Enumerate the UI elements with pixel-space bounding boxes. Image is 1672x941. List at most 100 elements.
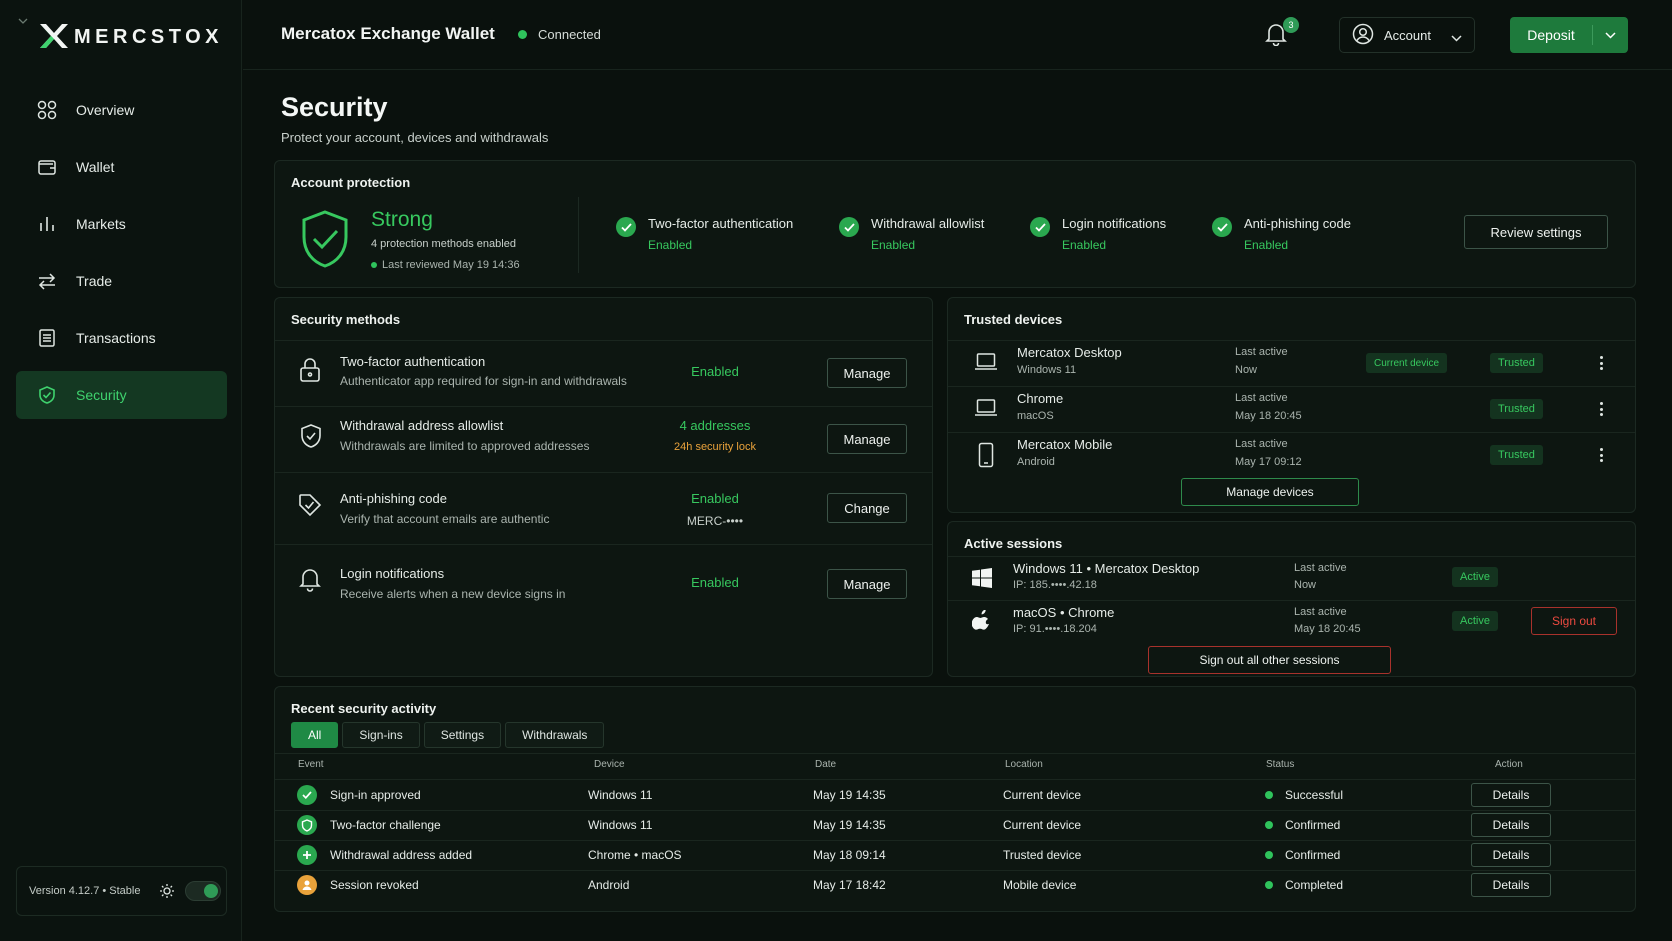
status-cell: Completed	[1285, 878, 1344, 892]
session-status-badge: Active	[1452, 611, 1498, 631]
details-button[interactable]: Details	[1471, 813, 1551, 837]
manage-2fa-button[interactable]: Manage	[827, 358, 907, 388]
sidebar-item-wallet[interactable]: Wallet	[16, 143, 227, 191]
device-cell: Chrome • macOS	[588, 848, 682, 862]
status-cell: Confirmed	[1285, 848, 1341, 862]
deposit-button[interactable]: Deposit	[1510, 17, 1628, 53]
transactions-icon	[36, 327, 58, 349]
last-active-value: Now	[1294, 579, 1317, 591]
apple-icon	[971, 609, 992, 635]
shield-circle-icon	[297, 815, 317, 835]
device-os: Android	[1017, 456, 1055, 468]
tab-withdrawals[interactable]: Withdrawals	[505, 722, 605, 748]
plus-circle-icon	[297, 845, 317, 865]
active-sessions-card: Active sessions Windows 11 • Mercatox De…	[947, 521, 1636, 677]
last-reviewed: Last reviewed May 19 14:36	[371, 259, 520, 271]
method-name: Anti-phishing code	[340, 491, 447, 506]
details-button[interactable]: Details	[1471, 873, 1551, 897]
sign-out-all-sessions-button[interactable]: Sign out all other sessions	[1148, 646, 1391, 674]
device-name: Mercatox Desktop	[1017, 345, 1122, 360]
method-row: Anti-phishing code Verify that account e…	[275, 472, 934, 544]
collapse-chevron-icon[interactable]	[18, 12, 28, 27]
table-row: Session revoked Android May 17 18:42 Mob…	[275, 870, 1635, 900]
sidebar-item-label: Security	[76, 387, 127, 403]
protection-item-label: Two-factor authentication	[648, 216, 794, 231]
method-status: Enabled	[691, 491, 739, 506]
windows-icon	[972, 568, 992, 591]
change-anti-phishing-button[interactable]: Change	[827, 493, 907, 523]
device-cell: Windows 11	[588, 788, 653, 802]
tab-all[interactable]: All	[291, 722, 339, 748]
chevron-down-icon	[1451, 30, 1462, 45]
protection-level: Strong	[371, 208, 433, 231]
method-name: Two-factor authentication	[340, 354, 486, 369]
tab-sign-ins[interactable]: Sign-ins	[342, 722, 420, 748]
sidebar-item-label: Transactions	[76, 330, 156, 346]
method-status: Enabled	[691, 575, 739, 590]
device-cell: Android	[588, 878, 630, 892]
last-active-label: Last active	[1235, 346, 1288, 358]
bell-icon	[299, 566, 321, 595]
theme-toggle[interactable]	[185, 881, 221, 901]
last-active-value: May 18 20:45	[1235, 410, 1302, 422]
manage-devices-button[interactable]: Manage devices	[1181, 478, 1359, 506]
device-row: Mercatox Mobile Android Last active May …	[948, 432, 1637, 478]
sun-icon	[159, 883, 175, 902]
sidebar-item-security[interactable]: Security	[16, 371, 227, 419]
protection-shield-icon	[299, 209, 351, 272]
column-header-device: Device	[594, 759, 625, 770]
more-options-icon[interactable]	[1595, 445, 1607, 465]
method-row: Withdrawal address allowlist Withdrawals…	[275, 406, 934, 472]
version-panel: Version 4.12.7 • Stable	[16, 866, 227, 916]
mercatox-logo[interactable]: MERCSTOX	[38, 20, 223, 52]
status-dot	[1265, 791, 1273, 799]
anti-phishing-code: MERC-••••	[686, 514, 744, 528]
connection-label: Connected	[538, 27, 601, 42]
method-row: Login notifications Receive alerts when …	[275, 544, 934, 620]
device-cell: Windows 11	[588, 818, 653, 832]
location-cell: Mobile device	[1003, 878, 1077, 892]
check-icon	[839, 217, 859, 237]
account-button[interactable]: Account	[1339, 17, 1475, 53]
status-cell: Confirmed	[1285, 818, 1341, 832]
session-row: Windows 11 • Mercatox Desktop IP: 185.••…	[948, 556, 1637, 600]
sidebar-item-overview[interactable]: Overview	[16, 86, 227, 134]
check-circle-icon	[297, 785, 317, 805]
details-button[interactable]: Details	[1471, 783, 1551, 807]
details-button[interactable]: Details	[1471, 843, 1551, 867]
date-cell: May 18 09:14	[813, 848, 886, 862]
more-options-icon[interactable]	[1595, 399, 1607, 419]
row-divider	[275, 753, 1635, 754]
sign-out-session-button[interactable]: Sign out	[1531, 607, 1617, 635]
sidebar-item-transactions[interactable]: Transactions	[16, 314, 227, 362]
card-title: Trusted devices	[964, 312, 1063, 327]
status-dot	[1265, 881, 1273, 889]
event-cell: Withdrawal address added	[330, 848, 473, 862]
tab-settings[interactable]: Settings	[423, 722, 502, 748]
shield-check-icon	[299, 423, 323, 452]
top-bar: Mercatox Exchange Wallet Connected 3 Acc…	[243, 0, 1672, 70]
sidebar-nav: Overview Wallet Markets Trade Transactio…	[16, 86, 227, 428]
method-desc: Receive alerts when a new device signs i…	[340, 587, 566, 601]
laptop-icon	[974, 352, 998, 375]
method-row: Two-factor authentication Authenticator …	[275, 340, 934, 406]
table-row: Two-factor challenge Windows 11 May 19 1…	[275, 810, 1635, 840]
sidebar: MERCSTOX Overview Wallet Markets Trade T…	[0, 0, 242, 941]
trusted-badge: Trusted	[1490, 353, 1543, 373]
sidebar-item-trade[interactable]: Trade	[16, 257, 227, 305]
deposit-dropdown-chevron-icon[interactable]	[1593, 31, 1628, 39]
protection-item-status: Enabled	[871, 238, 916, 252]
review-settings-button[interactable]: Review settings	[1464, 215, 1608, 249]
more-options-icon[interactable]	[1595, 353, 1607, 373]
page-title: Security	[281, 92, 388, 122]
sidebar-item-markets[interactable]: Markets	[16, 200, 227, 248]
event-cell: Sign-in approved	[330, 788, 421, 802]
date-cell: May 19 14:35	[813, 788, 886, 802]
last-active-label: Last active	[1235, 392, 1288, 404]
manage-notifications-button[interactable]: Manage	[827, 569, 907, 599]
check-icon	[1030, 217, 1050, 237]
protection-item-status: Enabled	[648, 238, 693, 252]
manage-allowlist-button[interactable]: Manage	[827, 424, 907, 454]
lock-icon	[299, 357, 321, 386]
device-row: Chrome macOS Last active May 18 20:45 Tr…	[948, 386, 1637, 432]
